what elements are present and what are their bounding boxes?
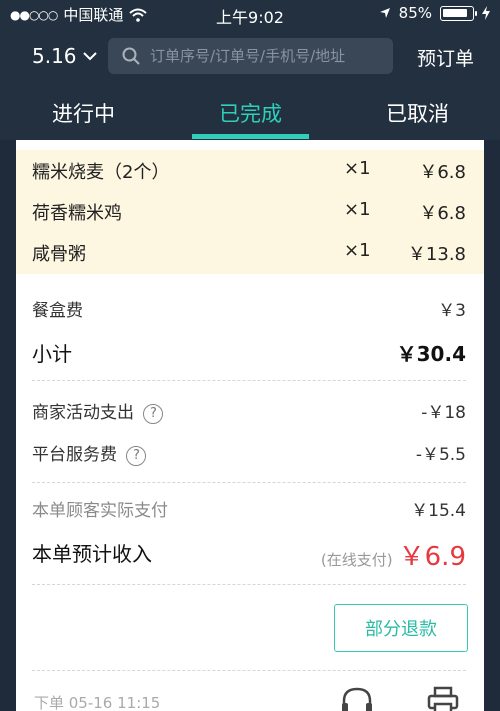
charging-icon [482, 6, 490, 20]
item-qty: ×1 [344, 199, 371, 220]
item-qty: ×1 [344, 158, 371, 179]
list-item: 糯米烧麦（2个） ×1 ￥6.8 [16, 150, 484, 190]
list-item: 咸骨粥 ×1 ￥13.8 [16, 232, 484, 272]
merchant-activity-label-wrap: 商家活动支出 ? [32, 398, 164, 424]
active-tab-indicator [192, 134, 309, 139]
income-row: 本单预计收入 (在线支付) ￥6.9 [32, 536, 466, 573]
customer-paid-value: ￥15.4 [411, 501, 466, 521]
status-right: 85% [379, 4, 490, 22]
tab-in-progress[interactable]: 进行中 [52, 98, 115, 128]
subtotal-label: 小计 [32, 342, 72, 366]
merchant-activity-label: 商家活动支出 [32, 403, 134, 423]
order-tabs: 进行中 已完成 已取消 [0, 88, 500, 140]
partial-refund-button[interactable]: 部分退款 [334, 604, 468, 652]
status-bar: ●●○○○ 中国联通 上午9:02 85% [0, 0, 500, 28]
chevron-down-icon [82, 51, 97, 60]
income-value-group: (在线支付) ￥6.9 [321, 536, 466, 573]
customer-paid-label: 本单顾客实际支付 [32, 501, 168, 521]
tab-cancelled[interactable]: 已取消 [386, 98, 449, 128]
item-name: 糯米烧麦（2个） [32, 162, 170, 183]
item-price: ￥6.8 [419, 203, 466, 224]
printer-icon[interactable] [427, 686, 459, 711]
header: ●●○○○ 中国联通 上午9:02 85% 5.16 订单序号/订单号/手机号/… [0, 0, 500, 140]
item-price: ￥6.8 [419, 162, 466, 183]
date-value: 5.16 [32, 44, 77, 68]
subtotal-value: ￥30.4 [396, 342, 466, 366]
help-icon[interactable]: ? [126, 446, 147, 466]
box-fee-label: 餐盒费 [32, 301, 83, 321]
income-value: ￥6.9 [398, 542, 466, 572]
search-input[interactable] [150, 47, 380, 65]
location-arrow-icon [379, 8, 390, 18]
battery-icon [440, 5, 477, 21]
divider [32, 380, 466, 381]
order-detail-card: 糯米烧麦（2个） ×1 ￥6.8 荷香糯米鸡 ×1 ￥6.8 咸骨粥 ×1 ￥1… [16, 140, 484, 711]
search-box[interactable] [108, 38, 393, 74]
payment-method-note: (在线支付) [320, 551, 393, 569]
headset-icon[interactable] [340, 686, 374, 711]
item-price: ￥13.8 [407, 244, 466, 265]
item-name: 荷香糯米鸡 [32, 203, 122, 224]
platform-fee-label: 平台服务费 [32, 445, 117, 465]
order-items: 糯米烧麦（2个） ×1 ￥6.8 荷香糯米鸡 ×1 ￥6.8 咸骨粥 ×1 ￥1… [16, 150, 484, 274]
item-qty: ×1 [344, 240, 371, 261]
search-row: 5.16 预订单 [0, 38, 500, 76]
platform-fee-value: -￥5.5 [415, 445, 466, 465]
merchant-activity-value: -￥18 [421, 403, 466, 423]
income-label: 本单预计收入 [32, 542, 152, 566]
divider [32, 670, 466, 671]
order-time: 下单 05-16 11:15 [34, 694, 161, 711]
tab-completed[interactable]: 已完成 [219, 98, 282, 128]
list-item: 荷香糯米鸡 ×1 ￥6.8 [16, 191, 484, 231]
divider [32, 482, 466, 483]
item-name: 咸骨粥 [32, 244, 86, 265]
platform-fee-label-wrap: 平台服务费 ? [32, 440, 147, 466]
help-icon[interactable]: ? [143, 404, 164, 424]
reserve-orders-button[interactable]: 预订单 [417, 44, 474, 71]
battery-percent: 85% [398, 4, 432, 22]
box-fee-value: ￥3 [438, 301, 466, 321]
divider [32, 584, 466, 585]
search-icon [122, 47, 140, 65]
date-selector[interactable]: 5.16 [32, 44, 97, 68]
